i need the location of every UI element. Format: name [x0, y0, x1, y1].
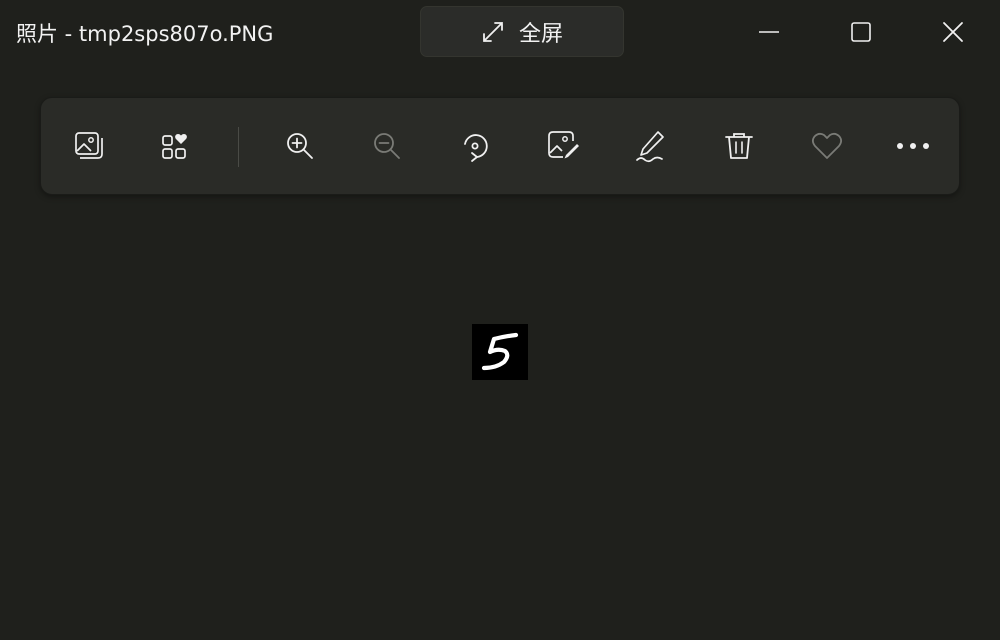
image-viewer[interactable] — [0, 196, 1000, 640]
window-title: 照片 - tmp2sps807o.PNG — [16, 22, 274, 46]
displayed-image — [472, 324, 528, 380]
rotate-icon — [458, 129, 492, 163]
trash-icon — [723, 130, 755, 162]
edit-image-icon — [546, 129, 580, 163]
edit-image-button[interactable] — [539, 122, 587, 170]
expand-diagonal-icon — [481, 20, 505, 44]
toolbar-divider — [238, 127, 239, 167]
more-options-button[interactable] — [889, 122, 937, 170]
close-icon — [941, 20, 965, 44]
markup-button[interactable] — [627, 122, 675, 170]
image-gallery-icon — [73, 130, 105, 162]
minimize-icon — [757, 20, 781, 44]
maximize-icon — [849, 20, 873, 44]
maximize-button[interactable] — [838, 8, 884, 56]
image-toolbar — [40, 97, 960, 195]
photos-app-window: 照片 - tmp2sps807o.PNG 全屏 — [0, 0, 1000, 640]
collection-favorites-button[interactable] — [152, 122, 200, 170]
zoom-in-icon — [284, 130, 316, 162]
gallery-button[interactable] — [65, 122, 113, 170]
minimize-button[interactable] — [746, 8, 792, 56]
more-dots-icon — [896, 141, 930, 151]
zoom-out-button[interactable] — [363, 122, 411, 170]
close-button[interactable] — [930, 8, 976, 56]
favorite-button[interactable] — [803, 122, 851, 170]
grid-heart-icon — [160, 130, 192, 162]
pen-draw-icon — [634, 129, 668, 163]
rotate-button[interactable] — [451, 122, 499, 170]
heart-outline-icon — [810, 129, 844, 163]
fullscreen-button[interactable]: 全屏 — [420, 6, 624, 57]
zoom-out-icon — [371, 130, 403, 162]
title-bar: 照片 - tmp2sps807o.PNG 全屏 — [0, 0, 1000, 66]
zoom-in-button[interactable] — [276, 122, 324, 170]
fullscreen-label: 全屏 — [518, 21, 563, 47]
delete-button[interactable] — [715, 122, 763, 170]
